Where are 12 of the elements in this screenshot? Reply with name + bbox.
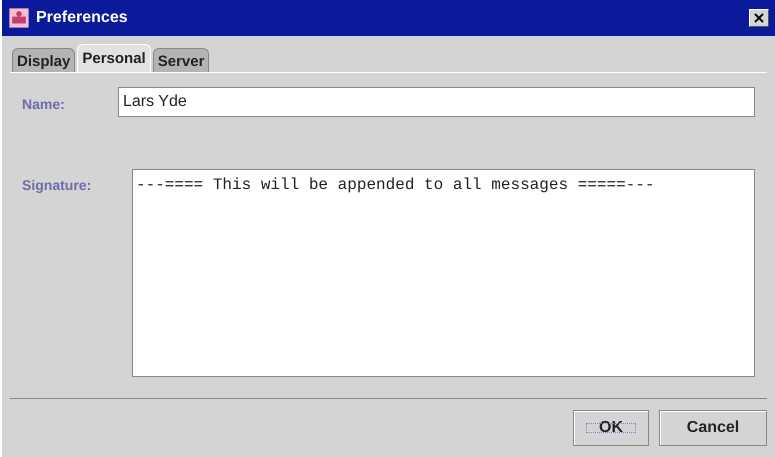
dialog-button[interactable]: Cancel bbox=[659, 410, 767, 446]
tab[interactable]: Personal bbox=[77, 44, 151, 72]
window-title: Preferences bbox=[36, 9, 129, 27]
tab[interactable]: Server bbox=[152, 48, 210, 72]
field-label: Name: bbox=[22, 95, 66, 112]
name-field[interactable]: Lars Yde bbox=[118, 87, 755, 117]
close-button[interactable] bbox=[749, 9, 769, 27]
tab[interactable]: Display bbox=[12, 48, 76, 72]
signature-field[interactable]: ---==== This will be appended to all messages =====--- bbox=[132, 169, 755, 377]
close-icon bbox=[754, 13, 764, 23]
dialog-button[interactable]: OK bbox=[573, 410, 649, 446]
field-label: Signature: bbox=[22, 176, 92, 193]
